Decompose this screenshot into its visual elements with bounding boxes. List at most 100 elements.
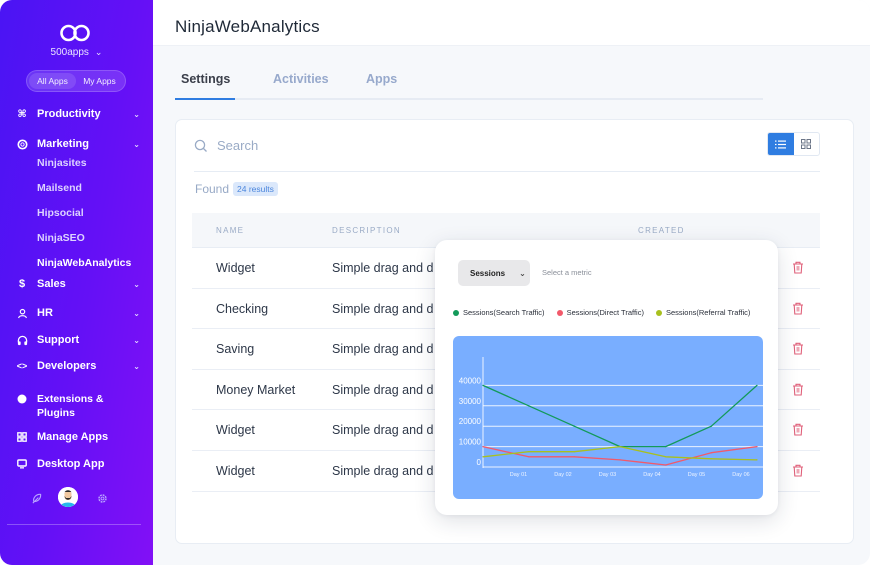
legend-dot-icon [556,309,563,316]
sidebar-item-marketing[interactable]: Marketing ⌄ [16,134,140,154]
sidebar-divider [7,524,141,525]
results-count-badge: 24 results [233,182,278,196]
row-name: Widget [216,261,255,275]
tab-apps[interactable]: Apps [366,72,397,86]
data-point [710,452,712,454]
results-summary: Found 24 results [195,182,278,196]
my-apps-toggle[interactable]: My Apps [76,73,123,89]
gear-icon[interactable] [95,491,109,505]
x-tick-label: Day 05 [688,472,705,478]
sessions-line-chart: 0 10000 20000 30000 40000 Day 01 Day 02 Day 03 D… [459,357,763,478]
series-line-1 [482,384,758,448]
row-name: Money Market [216,382,296,397]
feather-icon[interactable] [29,491,43,505]
y-tick-label: 30000 [459,397,482,406]
legend-item[interactable]: Sessions(Direct Traffic) [556,308,644,317]
data-point [756,384,758,386]
search-icon [194,139,207,152]
avatar[interactable] [58,487,78,507]
row-description: Simple drag and d [332,382,434,397]
sidebar-subitem-mailsend[interactable]: Mailsend [37,182,82,194]
column-header-name[interactable]: NAME [216,226,244,235]
metric-select[interactable]: Sessions ⌄ [458,260,530,286]
sidebar-item-developers[interactable]: <> Developers ⌄ [16,356,140,376]
grid-view-button[interactable] [794,133,820,155]
tab-bar: Settings Activities Apps [175,64,763,100]
monitor-icon [16,458,28,470]
sidebar-item-support[interactable]: Support ⌄ [16,330,140,350]
x-tick-label: Day 06 [732,472,749,478]
extensions-label-line2: Plugins [37,407,75,419]
sidebar-item-label: Extensions & Plugins [37,392,104,420]
app-frame: 500apps ⌄ All Apps My Apps ⌘ Productivity… [0,0,870,565]
sidebar-item-label: Productivity [37,108,101,120]
sidebar-subitem-ninjawebanalytics[interactable]: NinjaWebAnalytics [37,257,131,269]
sidebar-item-manage-apps[interactable]: Manage Apps [16,427,140,447]
sidebar-item-hr[interactable]: HR ⌄ [16,303,140,323]
y-tick-label: 0 [477,458,482,467]
row-description: Simple drag and d [332,301,434,316]
trash-icon[interactable] [792,342,804,355]
data-point [665,446,667,448]
data-point [573,451,575,453]
sidebar-item-label: Support [37,334,80,346]
all-apps-toggle[interactable]: All Apps [29,73,76,89]
code-icon: <> [16,361,28,371]
series-line-2 [482,445,758,466]
row-name: Widget [216,463,255,478]
list-icon [775,140,787,148]
row-description: Simple drag and d [332,463,434,478]
column-header-created[interactable]: CREATED [638,226,685,235]
legend-label: Sessions(Referral Traffic) [665,308,751,317]
trash-icon[interactable] [792,302,804,315]
sidebar-subitem-ninjaseo[interactable]: NinjaSEO [37,232,85,244]
row-description: Simple drag and d [332,423,434,438]
trash-icon[interactable] [792,383,804,396]
data-point [665,456,667,458]
active-tab-indicator [175,98,235,100]
trash-icon[interactable] [792,261,804,274]
sidebar-item-productivity[interactable]: ⌘ Productivity ⌄ [16,104,140,124]
chevron-down-icon: ⌄ [133,335,140,345]
sidebar-item-label: Developers [37,360,97,372]
500apps-logo-icon[interactable] [59,23,91,43]
x-tick-label: Day 03 [599,472,616,478]
row-description: Simple drag and d [332,342,434,357]
search-input[interactable] [217,136,717,153]
tab-settings[interactable]: Settings [181,72,230,86]
chevron-down-icon: ⌄ [133,139,140,149]
tab-activities[interactable]: Activities [273,72,329,86]
list-view-button[interactable] [768,133,794,155]
legend-item[interactable]: Sessions(Referral Traffic) [655,308,751,317]
sidebar-footer [0,487,153,509]
legend-item[interactable]: Sessions(Search Traffic) [453,308,545,317]
extensions-label-line1: Extensions & [37,393,104,405]
org-switcher[interactable]: 500apps ⌄ [0,47,153,58]
sidebar: 500apps ⌄ All Apps My Apps ⌘ Productivity… [0,0,153,565]
column-header-description[interactable]: DESCRIPTION [332,226,401,235]
chevron-down-icon: ⌄ [519,268,526,278]
sidebar-item-sales[interactable]: $ Sales ⌄ [16,274,140,294]
metric-hint: Select a metric [542,268,592,277]
headphones-icon [16,334,28,346]
trash-icon[interactable] [792,464,804,477]
trash-icon[interactable] [792,423,804,436]
sidebar-item-label: HR [37,307,53,319]
chevron-down-icon: ⌄ [133,109,140,119]
sidebar-item-extensions[interactable]: Extensions & Plugins [16,392,140,420]
org-name: 500apps [50,47,89,58]
legend-dot-icon [453,309,459,316]
apps-switcher: All Apps My Apps [26,70,126,92]
chart-panel: 0 10000 20000 30000 40000 Day 01 Day 02 Day 03 D… [453,336,763,499]
grid-icon [801,139,812,149]
legend-label: Sessions(Direct Traffic) [566,308,644,317]
data-point [528,405,530,407]
sidebar-item-label: Marketing [37,138,89,150]
legend-label: Sessions(Search Traffic) [463,308,545,317]
sidebar-item-desktop-app[interactable]: Desktop App [16,454,140,474]
sidebar-item-label: Sales [37,278,66,290]
sidebar-subitem-ninjasites[interactable]: Ninjasites [37,157,87,169]
chevron-down-icon: ⌄ [94,47,103,57]
y-tick-label: 20000 [459,417,482,426]
sidebar-subitem-hipsocial[interactable]: Hipsocial [37,207,84,219]
